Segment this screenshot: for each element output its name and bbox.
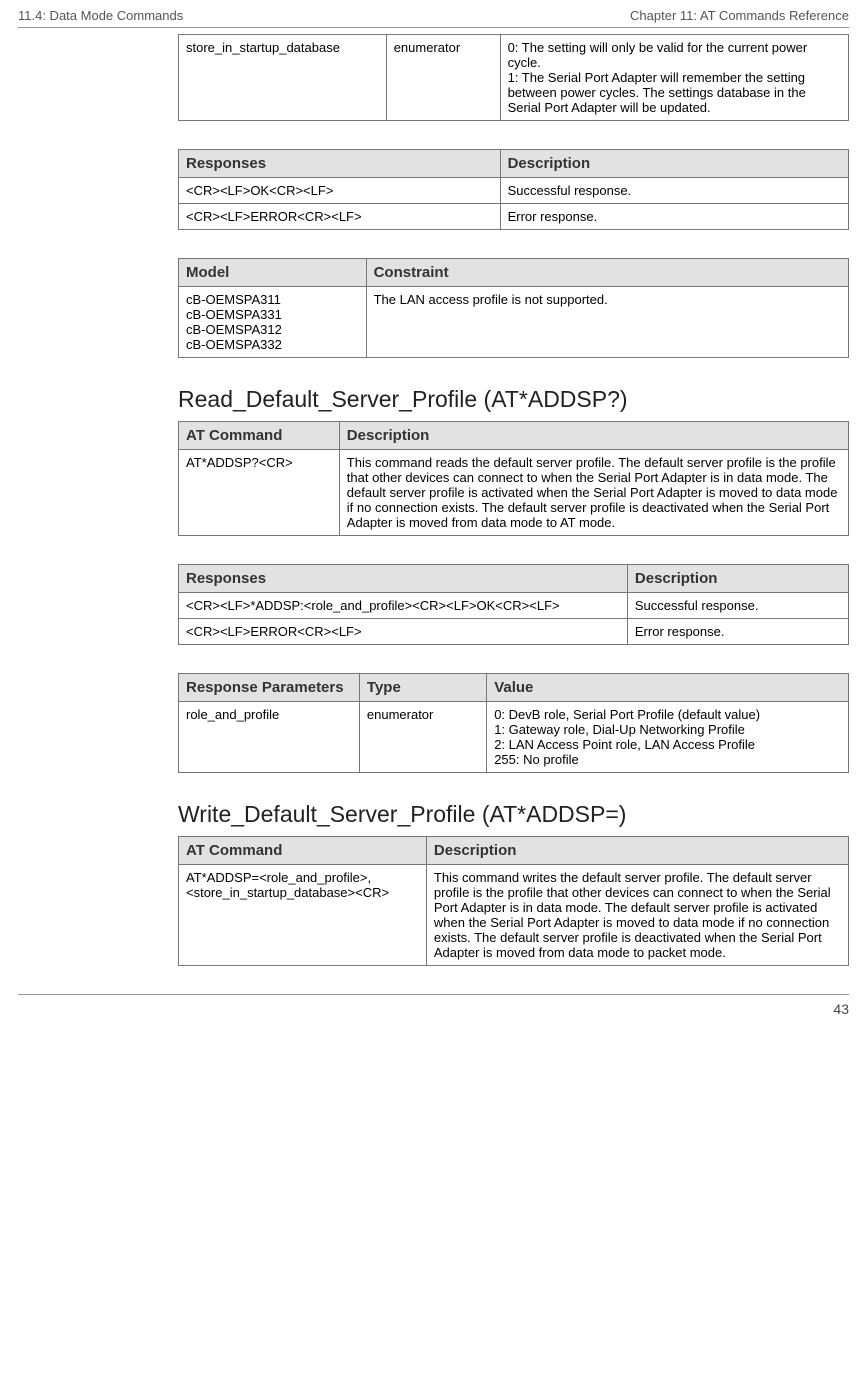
col-header: Description [500, 150, 848, 178]
cell: Successful response. [627, 593, 848, 619]
responses-table-2: Responses Description <CR><LF>*ADDSP:<ro… [178, 564, 849, 645]
cell: cB-OEMSPA311 cB-OEMSPA331 cB-OEMSPA312 c… [179, 287, 367, 358]
col-header: Description [627, 565, 848, 593]
col-header: Type [359, 674, 486, 702]
cell: store_in_startup_database [179, 35, 387, 121]
table-row: cB-OEMSPA311 cB-OEMSPA331 cB-OEMSPA312 c… [179, 287, 849, 358]
col-header: AT Command [179, 837, 427, 865]
table-row: role_and_profile enumerator 0: DevB role… [179, 702, 849, 773]
cell: Error response. [500, 204, 848, 230]
at-command-table-read: AT Command Description AT*ADDSP?<CR> Thi… [178, 421, 849, 536]
response-params-table: Response Parameters Type Value role_and_… [178, 673, 849, 773]
col-header: Value [487, 674, 849, 702]
cell: 0: DevB role, Serial Port Profile (defau… [487, 702, 849, 773]
cell: This command writes the default server p… [426, 865, 848, 966]
cell: This command reads the default server pr… [339, 450, 848, 536]
table-row: <CR><LF>OK<CR><LF> Successful response. [179, 178, 849, 204]
responses-table-1: Responses Description <CR><LF>OK<CR><LF>… [178, 149, 849, 230]
table-header-row: Model Constraint [179, 259, 849, 287]
cell: <CR><LF>ERROR<CR><LF> [179, 204, 501, 230]
section-title-read: Read_Default_Server_Profile (AT*ADDSP?) [178, 386, 849, 413]
table-row: <CR><LF>ERROR<CR><LF> Error response. [179, 204, 849, 230]
cell: <CR><LF>ERROR<CR><LF> [179, 619, 628, 645]
col-header: Response Parameters [179, 674, 360, 702]
cell: AT*ADDSP=<role_and_profile>, <store_in_s… [179, 865, 427, 966]
cell: <CR><LF>OK<CR><LF> [179, 178, 501, 204]
cell: 0: The setting will only be valid for th… [500, 35, 848, 121]
section-title-write: Write_Default_Server_Profile (AT*ADDSP=) [178, 801, 849, 828]
cell: The LAN access profile is not supported. [366, 287, 848, 358]
col-header: AT Command [179, 422, 340, 450]
cell: AT*ADDSP?<CR> [179, 450, 340, 536]
page-footer: 43 [18, 994, 849, 1027]
col-header: Model [179, 259, 367, 287]
col-header: Description [426, 837, 848, 865]
col-header: Responses [179, 150, 501, 178]
table-row: <CR><LF>ERROR<CR><LF> Error response. [179, 619, 849, 645]
table-header-row: AT Command Description [179, 422, 849, 450]
cell: Successful response. [500, 178, 848, 204]
table-row: store_in_startup_database enumerator 0: … [179, 35, 849, 121]
header-right: Chapter 11: AT Commands Reference [630, 8, 849, 23]
cell: <CR><LF>*ADDSP:<role_and_profile><CR><LF… [179, 593, 628, 619]
col-header: Constraint [366, 259, 848, 287]
col-header: Responses [179, 565, 628, 593]
cell: Error response. [627, 619, 848, 645]
table-row: AT*ADDSP?<CR> This command reads the def… [179, 450, 849, 536]
cell: enumerator [359, 702, 486, 773]
table-header-row: Responses Description [179, 565, 849, 593]
at-command-table-write: AT Command Description AT*ADDSP=<role_an… [178, 836, 849, 966]
cell: enumerator [386, 35, 500, 121]
col-header: Description [339, 422, 848, 450]
table-row: AT*ADDSP=<role_and_profile>, <store_in_s… [179, 865, 849, 966]
model-constraint-table: Model Constraint cB-OEMSPA311 cB-OEMSPA3… [178, 258, 849, 358]
table-row: <CR><LF>*ADDSP:<role_and_profile><CR><LF… [179, 593, 849, 619]
page-number: 43 [833, 1001, 849, 1017]
table-header-row: Response Parameters Type Value [179, 674, 849, 702]
page-header: 11.4: Data Mode Commands Chapter 11: AT … [18, 0, 849, 28]
table-header-row: AT Command Description [179, 837, 849, 865]
header-left: 11.4: Data Mode Commands [18, 8, 183, 23]
param-table-store: store_in_startup_database enumerator 0: … [178, 34, 849, 121]
table-header-row: Responses Description [179, 150, 849, 178]
cell: role_and_profile [179, 702, 360, 773]
